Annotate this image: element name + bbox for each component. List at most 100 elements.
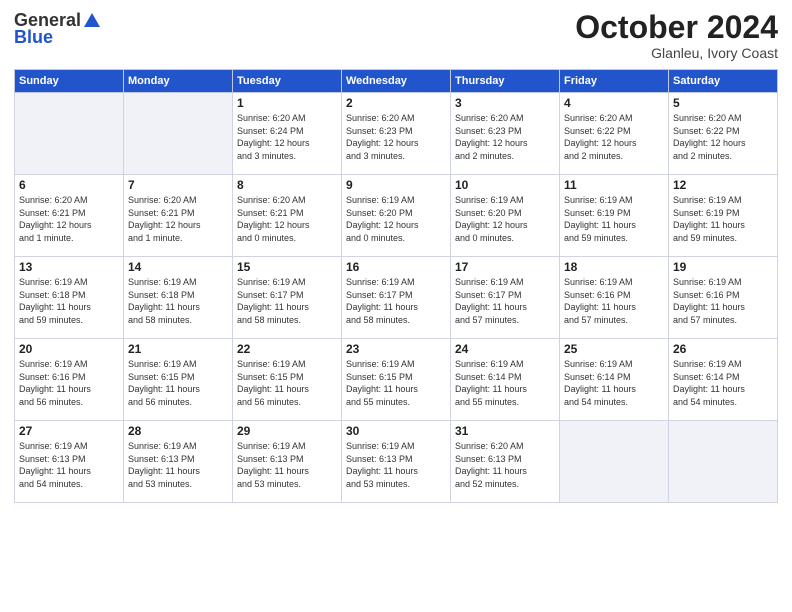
day-info: Sunrise: 6:20 AM Sunset: 6:23 PM Dayligh… [455, 112, 555, 162]
day-info: Sunrise: 6:20 AM Sunset: 6:23 PM Dayligh… [346, 112, 446, 162]
logo: General Blue [14, 10, 102, 48]
day-header: Friday [560, 70, 669, 93]
calendar-body: 1 Sunrise: 6:20 AM Sunset: 6:24 PM Daylig… [15, 93, 778, 503]
day-info: Sunrise: 6:19 AM Sunset: 6:13 PM Dayligh… [19, 440, 119, 490]
calendar-cell: 29 Sunrise: 6:19 AM Sunset: 6:13 PM Dayli… [233, 421, 342, 503]
calendar-cell: 7 Sunrise: 6:20 AM Sunset: 6:21 PM Daylig… [124, 175, 233, 257]
day-number: 14 [128, 260, 228, 274]
day-info: Sunrise: 6:20 AM Sunset: 6:24 PM Dayligh… [237, 112, 337, 162]
day-number: 11 [564, 178, 664, 192]
day-number: 20 [19, 342, 119, 356]
calendar-cell: 15 Sunrise: 6:19 AM Sunset: 6:17 PM Dayli… [233, 257, 342, 339]
calendar-header: SundayMondayTuesdayWednesdayThursdayFrid… [15, 70, 778, 93]
day-number: 10 [455, 178, 555, 192]
day-number: 25 [564, 342, 664, 356]
day-header: Thursday [451, 70, 560, 93]
page: General Blue October 2024 Glanleu, Ivory… [0, 0, 792, 612]
day-info: Sunrise: 6:19 AM Sunset: 6:16 PM Dayligh… [673, 276, 773, 326]
calendar-cell: 19 Sunrise: 6:19 AM Sunset: 6:16 PM Dayli… [669, 257, 778, 339]
calendar-cell: 28Sunrise: 6:19 AM Sunset: 6:13 PM Dayli… [124, 421, 233, 503]
calendar-cell: 13 Sunrise: 6:19 AM Sunset: 6:18 PM Dayli… [15, 257, 124, 339]
day-number: 24 [455, 342, 555, 356]
day-info: Sunrise: 6:19 AM Sunset: 6:13 PM Dayligh… [128, 440, 228, 490]
calendar-cell [560, 421, 669, 503]
day-info: Sunrise: 6:19 AM Sunset: 6:15 PM Dayligh… [237, 358, 337, 408]
day-info: Sunrise: 6:20 AM Sunset: 6:21 PM Dayligh… [19, 194, 119, 244]
calendar-cell: 4 Sunrise: 6:20 AM Sunset: 6:22 PM Daylig… [560, 93, 669, 175]
day-info: Sunrise: 6:20 AM Sunset: 6:22 PM Dayligh… [673, 112, 773, 162]
calendar-cell: 8 Sunrise: 6:20 AM Sunset: 6:21 PM Daylig… [233, 175, 342, 257]
calendar-cell: 22 Sunrise: 6:19 AM Sunset: 6:15 PM Dayli… [233, 339, 342, 421]
day-info: Sunrise: 6:19 AM Sunset: 6:13 PM Dayligh… [346, 440, 446, 490]
calendar-cell [669, 421, 778, 503]
day-info: Sunrise: 6:19 AM Sunset: 6:15 PM Dayligh… [346, 358, 446, 408]
calendar-cell: 27 Sunrise: 6:19 AM Sunset: 6:13 PM Dayli… [15, 421, 124, 503]
calendar-table: SundayMondayTuesdayWednesdayThursdayFrid… [14, 69, 778, 503]
day-info: Sunrise: 6:19 AM Sunset: 6:14 PM Dayligh… [455, 358, 555, 408]
day-info: Sunrise: 6:19 AM Sunset: 6:19 PM Dayligh… [564, 194, 664, 244]
calendar-cell: 20Sunrise: 6:19 AM Sunset: 6:16 PM Dayli… [15, 339, 124, 421]
calendar-cell: 30 Sunrise: 6:19 AM Sunset: 6:13 PM Dayli… [342, 421, 451, 503]
day-info: Sunrise: 6:19 AM Sunset: 6:14 PM Dayligh… [673, 358, 773, 408]
calendar-cell: 16Sunrise: 6:19 AM Sunset: 6:17 PM Dayli… [342, 257, 451, 339]
day-info: Sunrise: 6:20 AM Sunset: 6:22 PM Dayligh… [564, 112, 664, 162]
calendar-cell [124, 93, 233, 175]
day-info: Sunrise: 6:19 AM Sunset: 6:20 PM Dayligh… [346, 194, 446, 244]
calendar-cell: 23Sunrise: 6:19 AM Sunset: 6:15 PM Dayli… [342, 339, 451, 421]
day-info: Sunrise: 6:19 AM Sunset: 6:18 PM Dayligh… [19, 276, 119, 326]
header-row: SundayMondayTuesdayWednesdayThursdayFrid… [15, 70, 778, 93]
day-number: 8 [237, 178, 337, 192]
calendar-cell: 21 Sunrise: 6:19 AM Sunset: 6:15 PM Dayli… [124, 339, 233, 421]
calendar-cell: 9 Sunrise: 6:19 AM Sunset: 6:20 PM Daylig… [342, 175, 451, 257]
calendar-cell: 2Sunrise: 6:20 AM Sunset: 6:23 PM Daylig… [342, 93, 451, 175]
day-info: Sunrise: 6:19 AM Sunset: 6:16 PM Dayligh… [564, 276, 664, 326]
day-header: Tuesday [233, 70, 342, 93]
calendar-cell: 1 Sunrise: 6:20 AM Sunset: 6:24 PM Daylig… [233, 93, 342, 175]
day-number: 17 [455, 260, 555, 274]
calendar-cell: 10 Sunrise: 6:19 AM Sunset: 6:20 PM Dayli… [451, 175, 560, 257]
day-number: 7 [128, 178, 228, 192]
day-info: Sunrise: 6:19 AM Sunset: 6:17 PM Dayligh… [237, 276, 337, 326]
day-number: 30 [346, 424, 446, 438]
day-info: Sunrise: 6:19 AM Sunset: 6:14 PM Dayligh… [564, 358, 664, 408]
calendar-week: 13 Sunrise: 6:19 AM Sunset: 6:18 PM Dayli… [15, 257, 778, 339]
day-number: 26 [673, 342, 773, 356]
day-info: Sunrise: 6:19 AM Sunset: 6:19 PM Dayligh… [673, 194, 773, 244]
calendar-week: 6Sunrise: 6:20 AM Sunset: 6:21 PM Daylig… [15, 175, 778, 257]
day-number: 19 [673, 260, 773, 274]
day-number: 5 [673, 96, 773, 110]
day-info: Sunrise: 6:19 AM Sunset: 6:17 PM Dayligh… [346, 276, 446, 326]
day-number: 15 [237, 260, 337, 274]
day-header: Wednesday [342, 70, 451, 93]
day-number: 21 [128, 342, 228, 356]
calendar-cell: 14 Sunrise: 6:19 AM Sunset: 6:18 PM Dayli… [124, 257, 233, 339]
calendar-cell: 3 Sunrise: 6:20 AM Sunset: 6:23 PM Daylig… [451, 93, 560, 175]
calendar-cell: 11 Sunrise: 6:19 AM Sunset: 6:19 PM Dayli… [560, 175, 669, 257]
title-area: October 2024 Glanleu, Ivory Coast [575, 10, 778, 61]
day-number: 1 [237, 96, 337, 110]
calendar-week: 20Sunrise: 6:19 AM Sunset: 6:16 PM Dayli… [15, 339, 778, 421]
day-header: Saturday [669, 70, 778, 93]
day-number: 9 [346, 178, 446, 192]
day-info: Sunrise: 6:19 AM Sunset: 6:20 PM Dayligh… [455, 194, 555, 244]
day-info: Sunrise: 6:20 AM Sunset: 6:13 PM Dayligh… [455, 440, 555, 490]
day-info: Sunrise: 6:19 AM Sunset: 6:18 PM Dayligh… [128, 276, 228, 326]
calendar-subtitle: Glanleu, Ivory Coast [575, 45, 778, 61]
day-info: Sunrise: 6:19 AM Sunset: 6:17 PM Dayligh… [455, 276, 555, 326]
day-number: 29 [237, 424, 337, 438]
day-info: Sunrise: 6:19 AM Sunset: 6:13 PM Dayligh… [237, 440, 337, 490]
calendar-cell: 26 Sunrise: 6:19 AM Sunset: 6:14 PM Dayli… [669, 339, 778, 421]
day-number: 22 [237, 342, 337, 356]
day-number: 27 [19, 424, 119, 438]
day-number: 13 [19, 260, 119, 274]
day-info: Sunrise: 6:20 AM Sunset: 6:21 PM Dayligh… [237, 194, 337, 244]
day-number: 31 [455, 424, 555, 438]
day-info: Sunrise: 6:20 AM Sunset: 6:21 PM Dayligh… [128, 194, 228, 244]
day-info: Sunrise: 6:19 AM Sunset: 6:15 PM Dayligh… [128, 358, 228, 408]
logo-icon [82, 11, 102, 31]
day-number: 3 [455, 96, 555, 110]
calendar-cell: 6Sunrise: 6:20 AM Sunset: 6:21 PM Daylig… [15, 175, 124, 257]
day-number: 4 [564, 96, 664, 110]
calendar-cell [15, 93, 124, 175]
calendar-cell: 17 Sunrise: 6:19 AM Sunset: 6:17 PM Dayli… [451, 257, 560, 339]
